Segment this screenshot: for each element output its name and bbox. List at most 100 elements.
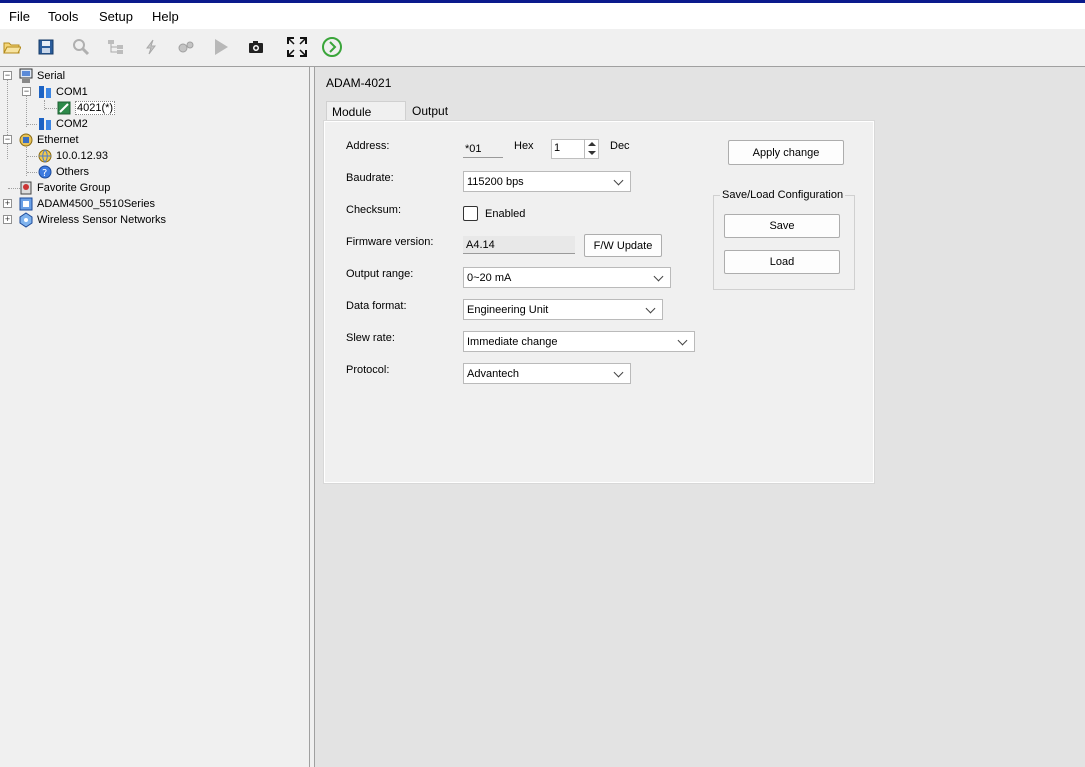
- menu-file[interactable]: File: [9, 9, 30, 24]
- data-format-label: Data format:: [346, 300, 407, 312]
- checksum-checkbox[interactable]: [463, 206, 478, 221]
- data-format-value: Engineering Unit: [467, 304, 549, 316]
- stepper-arrows[interactable]: [584, 139, 598, 159]
- tree-item-com2[interactable]: COM2: [37, 116, 88, 132]
- expand-adam4500-toggle[interactable]: +: [3, 199, 12, 208]
- address-label: Address:: [346, 140, 390, 152]
- collapse-com1-toggle[interactable]: −: [22, 87, 31, 96]
- tree-label-serial: Serial: [37, 70, 66, 82]
- tree-label-ip: 10.0.12.93: [56, 150, 108, 162]
- tree-label-com2: COM2: [56, 118, 88, 130]
- camera-icon[interactable]: [245, 36, 267, 58]
- address-hex-field[interactable]: *01: [463, 140, 503, 158]
- expand-wsn-toggle[interactable]: +: [3, 215, 12, 224]
- adam4500-icon: [18, 196, 34, 212]
- flash-icon[interactable]: [140, 36, 162, 58]
- tree-item-others[interactable]: ? Others: [37, 164, 89, 180]
- chevron-down-icon: [677, 335, 688, 346]
- tree-item-com1[interactable]: COM1: [37, 84, 88, 100]
- baudrate-value: 115200 bps: [467, 176, 524, 188]
- tree-label-others: Others: [56, 166, 90, 178]
- checksum-enabled-label: Enabled: [485, 208, 526, 220]
- save-disk-icon[interactable]: [35, 36, 57, 58]
- ethernet-icon: [18, 132, 34, 148]
- open-folder-icon[interactable]: [1, 36, 23, 58]
- save-load-title: Save/Load Configuration: [720, 189, 846, 201]
- address-dec-value: 1: [554, 142, 561, 154]
- menu-bar: File Tools Setup Help: [0, 3, 1085, 29]
- tree-item-wsn[interactable]: Wireless Sensor Networks: [18, 212, 166, 228]
- firmware-label: Firmware version:: [346, 236, 434, 248]
- tree-connector: [27, 124, 37, 125]
- tree-item-favorite[interactable]: Favorite Group: [18, 180, 110, 196]
- protocol-select[interactable]: Advantech: [463, 363, 631, 384]
- address-dec-stepper[interactable]: 1: [551, 139, 599, 159]
- tree-item-serial[interactable]: Serial: [18, 68, 65, 84]
- output-range-label: Output range:: [346, 268, 414, 280]
- baudrate-label: Baudrate:: [346, 172, 394, 184]
- favorite-group-icon: [18, 180, 34, 196]
- slew-rate-select[interactable]: Immediate change: [463, 331, 695, 352]
- load-button[interactable]: Load: [724, 250, 840, 274]
- stepper-down-icon[interactable]: [588, 151, 596, 155]
- menu-help[interactable]: Help: [152, 9, 179, 24]
- com-port-icon: [37, 84, 53, 100]
- checksum-label: Checksum:: [346, 204, 402, 216]
- output-range-value: 0~20 mA: [467, 272, 512, 284]
- tree-connector: [26, 95, 27, 127]
- module-icon: [56, 100, 72, 116]
- collapse-ethernet-toggle[interactable]: −: [3, 135, 12, 144]
- tree-connector: [7, 79, 8, 159]
- com-port-icon: [37, 116, 53, 132]
- tree-label-adam4500: ADAM4500_5510Series: [37, 198, 156, 210]
- play-icon[interactable]: [210, 36, 232, 58]
- protocol-label: Protocol:: [346, 364, 390, 376]
- globe-icon: [37, 148, 53, 164]
- tree-label-com1: COM1: [56, 86, 88, 98]
- fw-update-button[interactable]: F/W Update: [584, 234, 662, 257]
- refresh-icon[interactable]: [321, 36, 343, 58]
- tree-connector: [27, 156, 37, 157]
- chevron-down-icon: [613, 367, 624, 378]
- search-icon[interactable]: [70, 36, 92, 58]
- apply-change-button[interactable]: Apply change: [728, 140, 844, 165]
- tree-label-favorite: Favorite Group: [37, 182, 111, 194]
- toolbar: [0, 29, 1085, 65]
- save-button[interactable]: Save: [724, 214, 840, 238]
- firmware-field: A4.14: [463, 236, 575, 254]
- device-tree: − Serial − COM1 4021(*) COM2 − Ethernet: [0, 67, 309, 767]
- tree-item-ethernet[interactable]: Ethernet: [18, 132, 79, 148]
- tree-item-adam4500[interactable]: ADAM4500_5510Series: [18, 196, 155, 212]
- fullscreen-icon[interactable]: [286, 36, 308, 58]
- tree-item-ip[interactable]: 10.0.12.93: [37, 148, 108, 164]
- svg-text:?: ?: [42, 168, 47, 179]
- tree-connector: [27, 172, 37, 173]
- collapse-serial-toggle[interactable]: −: [3, 71, 12, 80]
- gears-icon[interactable]: [175, 36, 197, 58]
- network-tree-icon[interactable]: [105, 36, 127, 58]
- save-load-group: [713, 195, 855, 290]
- tree-label-wsn: Wireless Sensor Networks: [37, 214, 166, 226]
- dec-label: Dec: [610, 140, 630, 152]
- menu-setup[interactable]: Setup: [99, 9, 133, 24]
- tree-label-module: 4021(*): [75, 101, 116, 115]
- data-format-select[interactable]: Engineering Unit: [463, 299, 663, 320]
- baudrate-select[interactable]: 115200 bps: [463, 171, 631, 192]
- hex-label: Hex: [514, 140, 534, 152]
- protocol-value: Advantech: [467, 368, 519, 380]
- chevron-down-icon: [645, 303, 656, 314]
- slew-rate-value: Immediate change: [467, 336, 558, 348]
- chevron-down-icon: [653, 271, 664, 282]
- chevron-down-icon: [613, 175, 624, 186]
- computer-icon: [18, 68, 34, 84]
- menu-tools[interactable]: Tools: [48, 9, 78, 24]
- stepper-up-icon[interactable]: [588, 142, 596, 146]
- output-range-select[interactable]: 0~20 mA: [463, 267, 671, 288]
- wireless-icon: [18, 212, 34, 228]
- tab-output[interactable]: Output: [407, 101, 455, 121]
- module-title: ADAM-4021: [326, 76, 392, 90]
- tree-label-ethernet: Ethernet: [37, 134, 79, 146]
- tab-module-setting[interactable]: Module setting: [326, 101, 406, 133]
- question-icon: ?: [37, 164, 53, 180]
- tree-item-module-4021[interactable]: 4021(*): [56, 100, 116, 116]
